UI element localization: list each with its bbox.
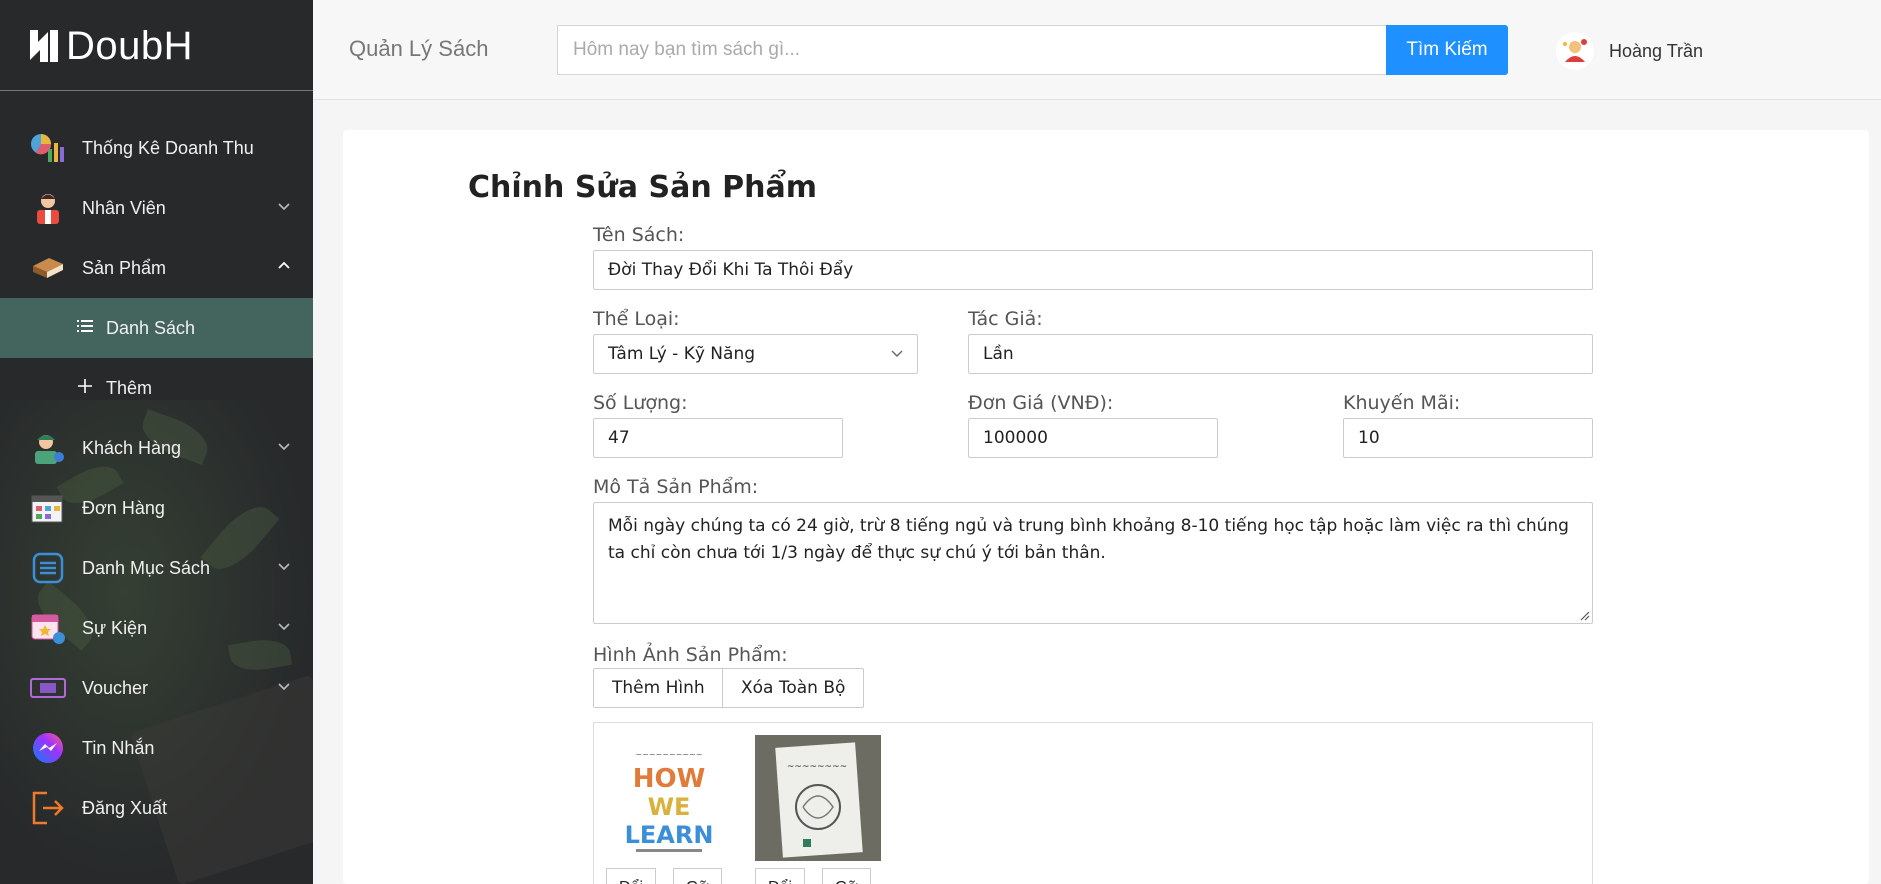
- change-image-button[interactable]: Đổi: [755, 868, 806, 884]
- messenger-icon: [30, 730, 66, 766]
- sidebar-item-label: Danh Mục Sách: [82, 557, 211, 578]
- employee-icon: [30, 190, 66, 226]
- sidebar-item-events[interactable]: Sự Kiện: [0, 598, 313, 658]
- user-name[interactable]: Hoàng Trần: [1609, 41, 1703, 62]
- description-text: Mỗi ngày chúng ta có 24 giờ, trừ 8 tiếng…: [608, 516, 1569, 563]
- logo-text: DoubH: [66, 23, 194, 68]
- quantity-label: Số Lượng:: [593, 392, 688, 414]
- remove-image-button[interactable]: Gỡ: [673, 868, 722, 884]
- voucher-icon: [30, 670, 66, 706]
- product-image[interactable]: ~~~~~~~~: [755, 735, 881, 861]
- chevron-up-icon: [278, 261, 290, 269]
- sidebar: DoubH Thống Kê Doanh Thu Nhân Viên Sản P…: [0, 0, 313, 884]
- logo[interactable]: DoubH: [28, 22, 193, 70]
- sidebar-item-customers[interactable]: Khách Hàng: [0, 418, 313, 478]
- category-select[interactable]: Tâm Lý - Kỹ Năng: [593, 334, 918, 374]
- sidebar-item-label: Thống Kê Doanh Thu: [82, 137, 254, 158]
- sidebar-subitem-label: Thêm: [106, 377, 153, 398]
- sidebar-item-orders[interactable]: Đơn Hàng: [0, 478, 313, 538]
- customer-icon: [30, 430, 66, 466]
- sidebar-item-label: Khách Hàng: [82, 437, 182, 458]
- resize-handle-icon[interactable]: [1578, 609, 1590, 621]
- sidebar-item-products[interactable]: Sản Phẩm: [0, 238, 313, 298]
- discount-label: Khuyến Mãi:: [1343, 392, 1461, 414]
- sidebar-subitem-list[interactable]: Danh Sách: [0, 298, 313, 358]
- divider: [0, 90, 313, 91]
- logo-icon: [30, 30, 58, 62]
- edit-product-card: Chỉnh Sửa Sản Phẩm Tên Sách: Thể Loại: T…: [343, 130, 1869, 884]
- delete-all-images-button[interactable]: Xóa Toàn Bộ: [722, 668, 865, 708]
- add-image-button[interactable]: Thêm Hình: [593, 668, 724, 708]
- price-input[interactable]: [968, 418, 1218, 458]
- remove-image-button[interactable]: Gỡ: [822, 868, 871, 884]
- sidebar-item-messages[interactable]: Tin Nhắn: [0, 718, 313, 778]
- page-title: Chỉnh Sửa Sản Phẩm: [468, 170, 817, 205]
- chevron-down-icon: [278, 563, 290, 571]
- book-name-input[interactable]: [593, 250, 1593, 290]
- discount-input[interactable]: [1343, 418, 1593, 458]
- description-textarea[interactable]: Mỗi ngày chúng ta có 24 giờ, trừ 8 tiếng…: [593, 502, 1593, 624]
- category-value: Tâm Lý - Kỹ Năng: [608, 344, 756, 364]
- catalog-icon: [30, 550, 66, 586]
- chevron-down-icon: [278, 203, 290, 211]
- chevron-down-icon: [278, 623, 290, 631]
- book-name-label: Tên Sách:: [593, 224, 685, 246]
- sidebar-item-label: Voucher: [82, 677, 149, 698]
- quantity-input[interactable]: [593, 418, 843, 458]
- avatar[interactable]: [1556, 32, 1594, 70]
- event-icon: [30, 610, 66, 646]
- price-label: Đơn Giá (VNĐ):: [968, 392, 1114, 414]
- sidebar-item-label: Đơn Hàng: [82, 497, 165, 518]
- chevron-down-icon: [278, 443, 290, 451]
- author-label: Tác Giả:: [968, 308, 1043, 330]
- svg-text:LEARN: LEARN: [625, 821, 714, 849]
- chart-icon: [30, 130, 66, 166]
- svg-text:HOW: HOW: [633, 764, 706, 794]
- sidebar-item-logout[interactable]: Đăng Xuất: [0, 778, 313, 838]
- svg-text:~~~~~~~~~~: ~~~~~~~~~~: [635, 750, 702, 759]
- sidebar-item-label: Nhân Viên: [82, 197, 166, 218]
- sidebar-item-label: Đăng Xuất: [82, 797, 168, 818]
- image-gallery: ~~~~~~~~~~ HOW WE LEARN Đổi Gỡ ~~~~~~~~ …: [593, 722, 1593, 884]
- plus-icon: [76, 378, 94, 398]
- search-button[interactable]: Tìm Kiếm: [1386, 25, 1508, 75]
- list-icon: [76, 318, 94, 338]
- sidebar-menu: Thống Kê Doanh Thu Nhân Viên Sản Phẩm Da…: [0, 118, 313, 838]
- product-image[interactable]: ~~~~~~~~~~ HOW WE LEARN: [606, 735, 732, 861]
- top-header: Quản Lý Sách Tìm Kiếm Hoàng Trần: [313, 0, 1881, 100]
- svg-text:WE: WE: [648, 793, 691, 821]
- logout-icon: [30, 790, 66, 826]
- sidebar-item-voucher[interactable]: Voucher: [0, 658, 313, 718]
- category-label: Thể Loại:: [593, 308, 680, 330]
- chevron-down-icon: [891, 350, 903, 357]
- sidebar-item-catalog[interactable]: Danh Mục Sách: [0, 538, 313, 598]
- svg-text:~~~~~~~~: ~~~~~~~~: [787, 762, 847, 772]
- sidebar-item-label: Sản Phẩm: [82, 257, 167, 278]
- book-icon: [30, 250, 66, 286]
- sidebar-item-revenue[interactable]: Thống Kê Doanh Thu: [0, 118, 313, 178]
- header-title: Quản Lý Sách: [349, 36, 489, 61]
- images-label: Hình Ảnh Sản Phẩm:: [593, 644, 788, 666]
- search-input[interactable]: [557, 25, 1387, 75]
- sidebar-item-employees[interactable]: Nhân Viên: [0, 178, 313, 238]
- chevron-down-icon: [278, 683, 290, 691]
- sidebar-item-label: Tin Nhắn: [82, 737, 155, 758]
- author-input[interactable]: [968, 334, 1593, 374]
- sidebar-item-label: Sự Kiện: [82, 617, 148, 638]
- change-image-button[interactable]: Đổi: [606, 868, 657, 884]
- sidebar-subitem-label: Danh Sách: [106, 317, 196, 338]
- order-icon: [30, 490, 66, 526]
- description-label: Mô Tả Sản Phẩm:: [593, 476, 759, 498]
- sidebar-subitem-add[interactable]: Thêm: [0, 358, 313, 418]
